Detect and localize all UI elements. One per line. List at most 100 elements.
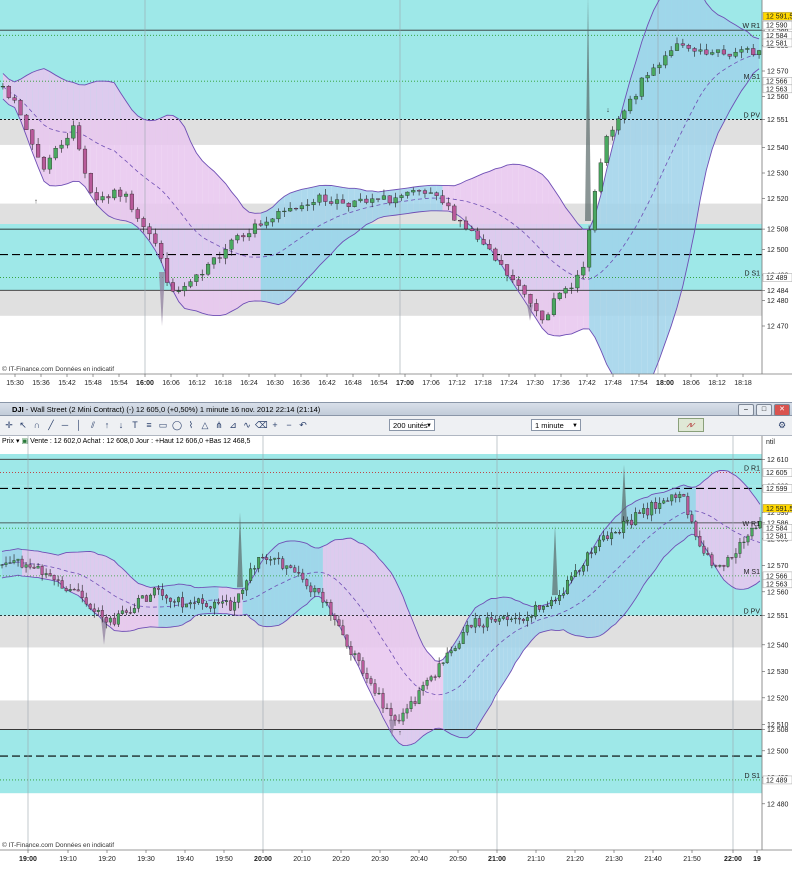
candle-body bbox=[509, 618, 513, 620]
candle-icon: ▣ bbox=[21, 438, 29, 445]
polyline-icon[interactable]: ⌇ bbox=[185, 419, 197, 431]
candle-body bbox=[249, 568, 253, 581]
text-icon[interactable]: T bbox=[129, 419, 141, 431]
candle-body bbox=[413, 701, 417, 704]
candle-body bbox=[411, 190, 416, 193]
bollinger-band-segment bbox=[688, 0, 695, 260]
candle-body bbox=[452, 205, 457, 221]
undo-icon[interactable]: ↶ bbox=[297, 419, 309, 431]
bollinger-band-segment bbox=[130, 576, 135, 631]
gann-icon[interactable]: ⊿ bbox=[227, 419, 239, 431]
triangle-icon[interactable]: △ bbox=[199, 419, 211, 431]
candle-body bbox=[4, 562, 8, 565]
candle-body bbox=[293, 208, 299, 210]
y-tick-label: 12 530 bbox=[767, 171, 789, 178]
interval-select[interactable]: 1 minute ▼ bbox=[531, 419, 581, 431]
candle-body bbox=[481, 625, 485, 628]
trendline-icon[interactable]: ╱ bbox=[45, 419, 57, 431]
top-price-chart[interactable]: ↑↓W R1M S1D PVD S112 58612 58012 57012 5… bbox=[0, 0, 792, 402]
candle-body bbox=[546, 314, 551, 321]
bollinger-band-segment bbox=[600, 169, 607, 365]
price-axis-header: ntil bbox=[766, 439, 775, 446]
candle-body bbox=[397, 719, 401, 722]
candle-body bbox=[746, 535, 750, 543]
candle-body bbox=[20, 558, 24, 568]
candle-body bbox=[88, 173, 93, 193]
close-icon[interactable]: ✕ bbox=[774, 404, 790, 416]
price-tag-label: 12 584 bbox=[766, 33, 788, 40]
candle-body bbox=[453, 648, 457, 651]
candle-body bbox=[558, 595, 561, 601]
settings-icon[interactable]: ⚙ bbox=[776, 419, 788, 431]
arrow-up-icon[interactable]: ↑ bbox=[101, 419, 113, 431]
candle-body bbox=[305, 579, 309, 587]
candle-body bbox=[317, 194, 322, 203]
candle-body bbox=[569, 287, 574, 289]
bollinger-band-segment bbox=[723, 17, 730, 123]
candle-body bbox=[41, 156, 47, 170]
rectangle-icon[interactable]: ▭ bbox=[157, 419, 169, 431]
bollinger-band-segment bbox=[618, 101, 625, 389]
maximize-icon[interactable]: □ bbox=[756, 404, 772, 416]
units-select[interactable]: 200 unités ▼ bbox=[389, 419, 435, 431]
pointer-icon[interactable]: ↖ bbox=[17, 419, 29, 431]
bollinger-band-segment bbox=[712, 10, 719, 150]
candle-body bbox=[702, 545, 706, 554]
zoom-out-icon[interactable]: − bbox=[283, 419, 295, 431]
x-tick-label: 16:48 bbox=[344, 380, 362, 387]
bottom-price-chart[interactable]: ↑D R1W R1M S1D PVD S112 61012 60012 5901… bbox=[0, 436, 792, 876]
candle-body bbox=[553, 599, 557, 602]
candle-body bbox=[65, 137, 70, 146]
x-tick-label: 17:42 bbox=[578, 380, 596, 387]
candle-body bbox=[630, 519, 634, 526]
x-tick-label: 18:12 bbox=[708, 380, 726, 387]
crosshair-icon[interactable]: ✛ bbox=[3, 419, 15, 431]
x-tick-label: 16:00 bbox=[136, 380, 154, 387]
zoom-in-icon[interactable]: + bbox=[269, 419, 281, 431]
candle-body bbox=[353, 653, 357, 655]
bollinger-band-segment bbox=[360, 189, 367, 230]
pitchfork-icon[interactable]: ⋔ bbox=[213, 419, 225, 431]
bollinger-band-segment bbox=[703, 477, 708, 553]
candle-body bbox=[36, 565, 40, 569]
candle-body bbox=[8, 562, 12, 564]
magnet-icon[interactable]: ∩ bbox=[31, 419, 43, 431]
bollinger-band-segment bbox=[515, 600, 520, 663]
horizontal-line-icon[interactable]: ─ bbox=[59, 419, 71, 431]
candle-body bbox=[650, 502, 654, 516]
channel-icon[interactable]: ⫽ bbox=[87, 419, 99, 431]
x-tick-label: 20:40 bbox=[410, 856, 428, 863]
cycle-icon[interactable]: ∿ bbox=[241, 419, 253, 431]
bollinger-band-segment bbox=[565, 207, 572, 335]
minimize-icon[interactable]: – bbox=[738, 404, 754, 416]
chart-type-icon[interactable]: ⩘⩗ bbox=[678, 418, 704, 432]
candle-body bbox=[566, 579, 569, 594]
y-tick-label: 12 540 bbox=[767, 642, 789, 649]
candle-body bbox=[311, 202, 316, 206]
arrow-down-icon[interactable]: ↓ bbox=[115, 419, 127, 431]
candle-body bbox=[682, 494, 686, 497]
candle-body bbox=[658, 502, 662, 509]
candle-body bbox=[674, 43, 680, 51]
vertical-line-icon[interactable]: │ bbox=[73, 419, 85, 431]
ellipse-icon[interactable]: ◯ bbox=[171, 419, 183, 431]
candle-body bbox=[53, 148, 58, 159]
top-chart-panel[interactable]: ↑↓W R1M S1D PVD S112 58612 58012 57012 5… bbox=[0, 0, 792, 402]
candle-body bbox=[654, 502, 658, 509]
candle-body bbox=[529, 616, 533, 618]
eraser-icon[interactable]: ⌫ bbox=[255, 419, 268, 431]
x-tick-label: 16:36 bbox=[292, 380, 310, 387]
y-tick-label: 12 470 bbox=[767, 324, 789, 331]
candle-body bbox=[182, 286, 187, 292]
candle-body bbox=[726, 557, 730, 567]
candle-body bbox=[345, 634, 349, 647]
candle-body bbox=[485, 617, 489, 628]
bollinger-band-segment bbox=[659, 0, 666, 360]
price-tag-label: 12 591,5 bbox=[766, 506, 792, 513]
bottom-chart-panel[interactable]: ↑D R1W R1M S1D PVD S112 61012 60012 5901… bbox=[0, 436, 792, 876]
legend-icon[interactable]: ▾ bbox=[16, 438, 20, 445]
x-tick-label: 20:30 bbox=[371, 856, 389, 863]
candle-body bbox=[409, 701, 413, 709]
window-controls: – □ ✕ bbox=[738, 404, 790, 416]
fibonacci-icon[interactable]: ≡ bbox=[143, 419, 155, 431]
